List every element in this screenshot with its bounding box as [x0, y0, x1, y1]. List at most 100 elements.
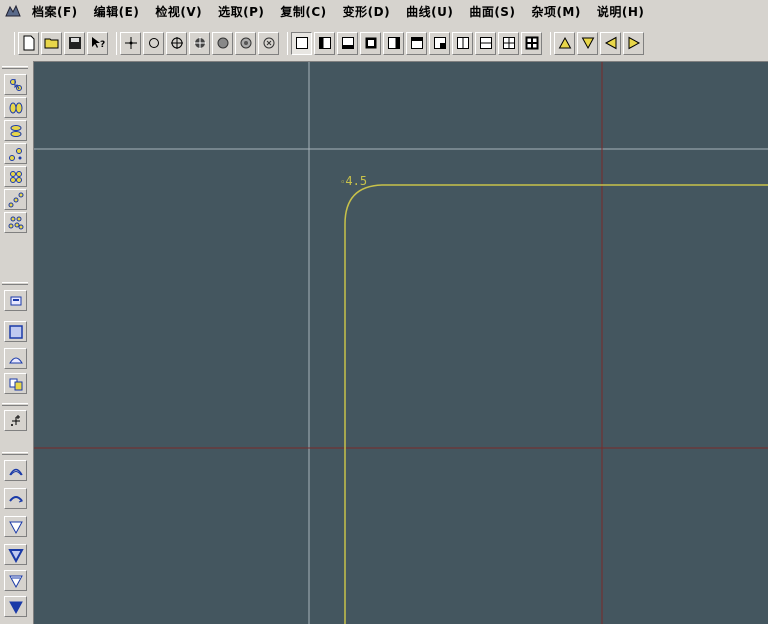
rotate-right-button[interactable]	[623, 31, 644, 55]
menu-help[interactable]: 说明(H)	[589, 3, 653, 20]
view-right-button[interactable]	[383, 31, 404, 55]
surface-loop-button[interactable]	[4, 488, 27, 509]
menu-select[interactable]: 选取(P)	[210, 3, 272, 20]
save-disk-icon	[68, 37, 81, 49]
surface-cone-button[interactable]	[4, 516, 27, 537]
window-select-icon	[10, 296, 21, 305]
toolbar-grip[interactable]	[2, 452, 28, 455]
bottom-right-view-icon	[433, 37, 446, 49]
menu-misc[interactable]: 杂项(M)	[523, 3, 588, 20]
view-split-vertical-button[interactable]	[452, 31, 473, 55]
crosshair-point-icon	[124, 37, 137, 49]
triangle-down-icon	[581, 37, 594, 50]
sphere-icon	[217, 37, 228, 49]
view-top-button[interactable]	[406, 31, 427, 55]
menu-copy[interactable]: 复制(C)	[272, 3, 334, 20]
svg-text:?: ?	[100, 40, 105, 50]
rotate-down-button[interactable]	[577, 31, 598, 55]
rotate-up-button[interactable]	[554, 31, 575, 55]
toolbar-grip[interactable]	[2, 403, 28, 406]
circle-tool-button[interactable]	[143, 31, 164, 55]
help-pointer-icon: ?	[91, 37, 105, 50]
help-pointer-button[interactable]: ?	[87, 31, 108, 55]
view-bottom-button[interactable]	[337, 31, 358, 55]
triangle-left-icon	[604, 36, 616, 50]
select-stack-button[interactable]	[4, 120, 27, 141]
open-file-button[interactable]	[41, 31, 62, 55]
select-chain-button[interactable]	[4, 143, 27, 164]
triangle-up-icon	[558, 36, 571, 49]
node-chain-icon	[8, 147, 22, 161]
toolbar-grip[interactable]	[2, 66, 28, 69]
triangle-right-icon	[628, 36, 640, 50]
select-diagonal-button[interactable]	[4, 189, 27, 210]
arch-surface-icon	[8, 468, 23, 475]
node-group-icon	[9, 170, 22, 183]
filled-circle-cross-tool-button[interactable]	[189, 31, 210, 55]
surface-arch-button[interactable]	[4, 460, 27, 481]
menu-transform[interactable]: 变形(D)	[335, 3, 398, 20]
view-bottom-right-button[interactable]	[429, 31, 450, 55]
graphics-viewport[interactable]: ◦4.5	[33, 61, 768, 624]
rotate-left-button[interactable]	[600, 31, 621, 55]
point-toolbar-group	[116, 31, 281, 55]
circle-icon	[148, 38, 159, 48]
save-file-button[interactable]	[64, 31, 85, 55]
snap-points-icon	[10, 414, 20, 426]
ellipse-pair-icon	[9, 102, 22, 113]
select-group-button[interactable]	[4, 166, 27, 187]
target-tool-button[interactable]	[235, 31, 256, 55]
menu-curve[interactable]: 曲线(U)	[398, 3, 461, 20]
view-left-button[interactable]	[314, 31, 335, 55]
view-frame-button[interactable]	[360, 31, 381, 55]
select-cluster-button[interactable]	[4, 212, 27, 233]
main-toolbar: ?	[0, 26, 768, 60]
view-single-button[interactable]	[291, 31, 312, 55]
open-folder-icon	[44, 38, 58, 49]
new-file-button[interactable]	[18, 31, 39, 55]
arrow-toolbar-group	[550, 31, 646, 55]
menu-view[interactable]: 检视(V)	[147, 3, 210, 20]
rotate-tool-button[interactable]	[258, 31, 279, 55]
select-entities-button[interactable]	[4, 74, 27, 95]
surface-funnel-button[interactable]	[4, 570, 27, 591]
view-split-horizontal-button[interactable]	[475, 31, 496, 55]
box-select-button[interactable]	[4, 321, 27, 342]
point-tool-button[interactable]	[120, 31, 141, 55]
circle-cross-tool-button[interactable]	[166, 31, 187, 55]
split-vertical-icon	[456, 37, 469, 49]
view-quad-bold-button[interactable]	[521, 31, 542, 55]
sphere-tool-button[interactable]	[212, 31, 233, 55]
toolbar-grip[interactable]	[2, 282, 28, 285]
radius-value: 4.5	[345, 174, 368, 188]
surface-cone-bold-button[interactable]	[4, 544, 27, 565]
left-toolbar	[0, 60, 32, 624]
circle-cross-icon	[170, 37, 183, 49]
cone-outline-icon	[8, 521, 23, 534]
snap-points-button[interactable]	[4, 410, 27, 431]
right-view-icon	[387, 37, 400, 49]
window-select-button[interactable]	[4, 290, 27, 311]
menu-file[interactable]: 档案(F)	[24, 3, 86, 20]
fillet-curve	[344, 184, 768, 624]
surface-funnel-bold-button[interactable]	[4, 596, 27, 617]
quad-bold-view-icon	[525, 36, 538, 50]
copy-box-icon	[9, 378, 22, 390]
bottom-view-icon	[341, 37, 354, 49]
funnel-outline-icon	[8, 575, 23, 588]
menu-surface[interactable]: 曲面(S)	[461, 3, 523, 20]
menu-edit[interactable]: 编辑(E)	[86, 3, 148, 20]
split-horizontal-icon	[479, 37, 492, 49]
menu-bar: 档案(F) 编辑(E) 检视(V) 选取(P) 复制(C) 变形(D) 曲线(U…	[0, 0, 768, 22]
copy-select-button[interactable]	[4, 373, 27, 394]
dome-select-button[interactable]	[4, 348, 27, 369]
select-pair-button[interactable]	[4, 97, 27, 118]
top-view-icon	[410, 37, 423, 49]
dome-icon	[8, 357, 23, 363]
box-select-icon	[8, 324, 23, 339]
view-quad-button[interactable]	[498, 31, 519, 55]
app-logo-icon[interactable]	[4, 2, 22, 20]
filled-circle-cross-icon	[193, 37, 206, 49]
target-icon	[240, 37, 251, 49]
select-arrow-icon	[9, 78, 22, 91]
